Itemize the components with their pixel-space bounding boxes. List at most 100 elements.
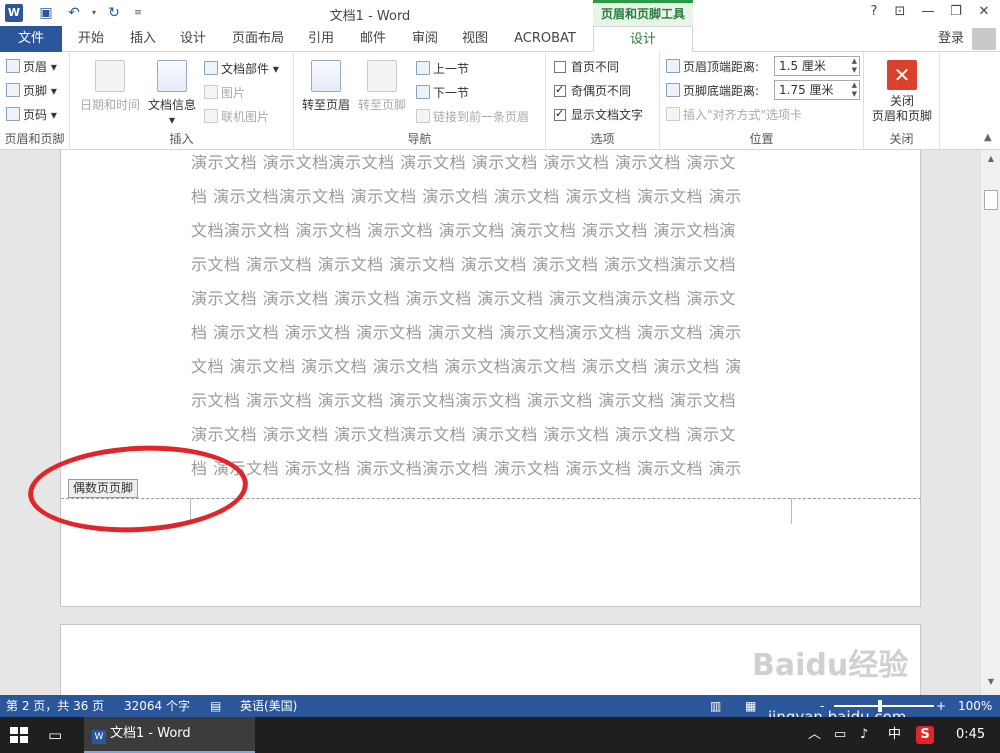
body-text[interactable]: 演示文档 演示文档演示文档 演示文档 演示文档 演示文档 演示文档 演示文档 演… bbox=[191, 150, 791, 486]
next-section-button[interactable]: 下一节 bbox=[416, 84, 469, 101]
volume-icon[interactable]: ♪ bbox=[860, 717, 868, 753]
spinner-arrows-icon[interactable]: ▲ ▼ bbox=[852, 57, 857, 75]
tab-insert[interactable]: 插入 bbox=[122, 26, 164, 52]
spinner-arrows-icon[interactable]: ▲ ▼ bbox=[852, 81, 857, 99]
word-logo-icon[interactable]: W bbox=[5, 4, 23, 22]
tab-review[interactable]: 审阅 bbox=[404, 26, 446, 52]
network-icon[interactable]: ▭ bbox=[834, 717, 846, 753]
insert-align-tab-button[interactable]: 插入"对齐方式"选项卡 bbox=[666, 106, 802, 123]
body-text-line[interactable]: 演示文档 演示文档 演示文档 演示文档 演示文档 演示文档演示文档 演示文 bbox=[191, 282, 791, 316]
header-top-spinner[interactable]: 1.5 厘米 ▲ ▼ bbox=[774, 56, 860, 76]
collapse-ribbon-icon[interactable]: ▲ bbox=[984, 132, 992, 143]
redo-icon[interactable]: ↻ bbox=[104, 3, 124, 23]
close-header-footer-button[interactable]: ✕ 关闭 页眉和页脚 bbox=[866, 54, 938, 124]
zoom-slider[interactable] bbox=[834, 705, 934, 707]
document-area[interactable]: 演示文档 演示文档演示文档 演示文档 演示文档 演示文档 演示文档 演示文档 演… bbox=[0, 150, 980, 695]
undo-icon[interactable]: ↶ bbox=[64, 3, 84, 23]
date-time-button[interactable]: 日期和时间 bbox=[74, 60, 146, 113]
tab-acrobat[interactable]: ACROBAT bbox=[506, 26, 584, 52]
prev-section-icon bbox=[416, 61, 430, 75]
proofing-icon[interactable]: ▤ bbox=[210, 695, 221, 717]
body-text-line[interactable]: 档 演示文档 演示文档 演示文档 演示文档 演示文档演示文档 演示文档 演示 bbox=[191, 316, 791, 350]
body-text-line[interactable]: 文档演示文档 演示文档 演示文档 演示文档 演示文档 演示文档 演示文档演 bbox=[191, 214, 791, 248]
tab-page-layout[interactable]: 页面布局 bbox=[224, 26, 292, 52]
save-icon[interactable]: ▣ bbox=[36, 3, 56, 23]
group-close: ✕ 关闭 页眉和页脚 关闭 bbox=[864, 52, 940, 150]
different-first-checkbox[interactable]: 首页不同 bbox=[554, 58, 619, 75]
body-text-line[interactable]: 演示文档 演示文档演示文档 演示文档 演示文档 演示文档 演示文档 演示文 bbox=[191, 150, 791, 180]
header-button[interactable]: 页眉 ▾ bbox=[6, 58, 57, 75]
scroll-up-icon[interactable]: ▲ bbox=[984, 154, 998, 168]
page-number-button[interactable]: 页码 ▾ bbox=[6, 106, 57, 123]
footer-bottom-spinner[interactable]: 1.75 厘米 ▲ ▼ bbox=[774, 80, 860, 100]
page-count[interactable]: 第 2 页，共 36 页 bbox=[6, 695, 104, 717]
group-label: 插入 bbox=[169, 132, 194, 146]
group-label: 选项 bbox=[590, 132, 615, 146]
footer-icon bbox=[6, 83, 20, 97]
close-x-icon: ✕ bbox=[887, 60, 917, 90]
picture-button[interactable]: 图片 bbox=[204, 84, 245, 101]
help-button[interactable]: ? bbox=[860, 2, 888, 22]
scroll-down-icon[interactable]: ▼ bbox=[984, 677, 998, 691]
body-text-line[interactable]: 档 演示文档 演示文档 演示文档演示文档 演示文档 演示文档 演示文档 演示 bbox=[191, 452, 791, 486]
zoom-level[interactable]: 100% bbox=[958, 695, 992, 717]
group-label: 关闭 bbox=[889, 132, 914, 146]
avatar[interactable] bbox=[972, 28, 996, 50]
header-top-icon bbox=[666, 59, 680, 73]
clock[interactable]: 0:45 bbox=[956, 717, 985, 753]
picture-icon bbox=[204, 85, 218, 99]
tab-view[interactable]: 视图 bbox=[454, 26, 496, 52]
doc-info-button[interactable]: 文档信息 ▾ bbox=[144, 60, 200, 127]
window-title: 文档1 - Word bbox=[329, 9, 411, 24]
checkbox-box bbox=[554, 61, 566, 73]
scroll-thumb[interactable] bbox=[984, 190, 998, 210]
ribbon: 页眉 ▾ 页脚 ▾ 页码 ▾ 页眉和页脚 日期和时间 文档信息 ▾ 文档部件 ▾ … bbox=[0, 52, 1000, 150]
tab-file[interactable]: 文件 bbox=[0, 26, 62, 52]
read-mode-icon[interactable]: ▥ bbox=[710, 695, 721, 717]
page-number-icon bbox=[6, 107, 20, 121]
body-text-line[interactable]: 文档 演示文档 演示文档 演示文档 演示文档演示文档 演示文档 演示文档 演 bbox=[191, 350, 791, 384]
word-app-icon: W bbox=[92, 730, 106, 744]
tab-references[interactable]: 引用 bbox=[300, 26, 342, 52]
group-options: 首页不同 奇偶页不同 显示文档文字 选项 bbox=[546, 52, 660, 150]
tab-home[interactable]: 开始 bbox=[70, 26, 112, 52]
tab-hf-design[interactable]: 设计 bbox=[593, 26, 693, 52]
different-odd-even-checkbox[interactable]: 奇偶页不同 bbox=[554, 82, 631, 99]
online-picture-button[interactable]: 联机图片 bbox=[204, 108, 269, 125]
vertical-scrollbar[interactable]: ▲ ▼ bbox=[980, 150, 1000, 695]
body-text-line[interactable]: 示文档 演示文档 演示文档 演示文档演示文档 演示文档 演示文档 演示文档 bbox=[191, 384, 791, 418]
language[interactable]: 英语(美国) bbox=[240, 695, 297, 717]
link-previous-button[interactable]: 链接到前一条页眉 bbox=[416, 108, 529, 125]
word-count[interactable]: 32064 个字 bbox=[124, 695, 190, 717]
taskbar-word-app[interactable]: W 文档1 - Word bbox=[84, 717, 255, 753]
customize-qat-icon[interactable]: ≡ bbox=[128, 3, 148, 23]
windows-start-icon[interactable] bbox=[10, 727, 28, 743]
ribbon-display-button[interactable]: ⊡ bbox=[886, 2, 914, 22]
ime-indicator[interactable]: 中 bbox=[888, 717, 901, 753]
print-layout-icon[interactable]: ▦ bbox=[745, 695, 756, 717]
goto-footer-button[interactable]: 转至页脚 bbox=[354, 60, 410, 113]
header-icon bbox=[6, 59, 20, 73]
undo-dropdown-icon[interactable]: ▾ bbox=[84, 3, 104, 23]
body-text-line[interactable]: 示文档 演示文档 演示文档 演示文档 演示文档 演示文档 演示文档演示文档 bbox=[191, 248, 791, 282]
minimize-button[interactable]: — bbox=[914, 2, 942, 22]
doc-parts-button[interactable]: 文档部件 ▾ bbox=[204, 60, 279, 77]
checkbox-box bbox=[554, 107, 566, 121]
sogou-input-icon[interactable]: S bbox=[916, 726, 934, 744]
goto-header-button[interactable]: 转至页眉 bbox=[298, 60, 354, 113]
login-link[interactable]: 登录 bbox=[938, 26, 964, 52]
tray-chevron-icon[interactable]: ︿ bbox=[808, 717, 821, 753]
tab-mailings[interactable]: 邮件 bbox=[352, 26, 394, 52]
page[interactable]: 演示文档 演示文档演示文档 演示文档 演示文档 演示文档 演示文档 演示文档 演… bbox=[60, 150, 921, 607]
tab-design[interactable]: 设计 bbox=[172, 26, 214, 52]
title-bar: W ▣ ↶ ▾ ↻ ≡ 文档1 - Word 页眉和页脚工具 ? ⊡ — ❐ ✕ bbox=[0, 0, 1000, 26]
task-view-icon[interactable]: ▭ bbox=[48, 717, 62, 753]
zoom-in-button[interactable]: + bbox=[936, 695, 946, 717]
close-button[interactable]: ✕ bbox=[970, 2, 998, 22]
body-text-line[interactable]: 演示文档 演示文档 演示文档演示文档 演示文档 演示文档 演示文档 演示文 bbox=[191, 418, 791, 452]
maximize-button[interactable]: ❐ bbox=[942, 2, 970, 22]
footer-button[interactable]: 页脚 ▾ bbox=[6, 82, 57, 99]
body-text-line[interactable]: 档 演示文档演示文档 演示文档 演示文档 演示文档 演示文档 演示文档 演示 bbox=[191, 180, 791, 214]
show-doc-text-checkbox[interactable]: 显示文档文字 bbox=[554, 106, 643, 123]
prev-section-button[interactable]: 上一节 bbox=[416, 60, 469, 77]
